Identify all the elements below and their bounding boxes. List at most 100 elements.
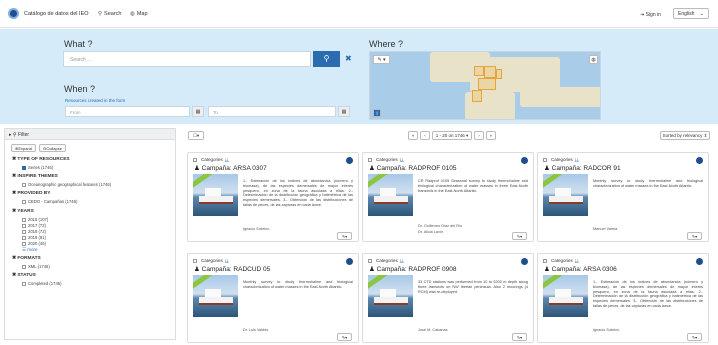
map-extent[interactable]	[474, 66, 484, 76]
result-card[interactable]: Categories ⤓⤓ ♟ Campaña: ARSA 0307 1.- Es…	[187, 152, 359, 242]
filter-item-label: 2019 (81)	[28, 235, 46, 240]
sign-in-link[interactable]: ⇥ Sign in	[640, 12, 661, 18]
map-extent[interactable]	[472, 90, 482, 102]
select-all-dropdown[interactable]: ☐▾	[188, 131, 204, 140]
checkbox[interactable]	[22, 223, 26, 228]
filter-header[interactable]: ▸ ⚲ Filter	[5, 129, 175, 140]
filter-item[interactable]: XML (1746)	[22, 264, 50, 269]
nav-search[interactable]: ⚲ Search	[98, 11, 121, 17]
checkbox[interactable]	[22, 264, 26, 269]
result-card[interactable]: Categories ⤓⤓ ♟ Campaña: ARSA 0306 1.- Es…	[537, 253, 709, 343]
checkbox[interactable]	[22, 199, 26, 204]
card-checkbox[interactable]	[193, 259, 197, 263]
checkbox[interactable]	[22, 241, 26, 246]
sort-dropdown[interactable]: Sorted by relevancy ⇕	[660, 131, 710, 140]
result-card[interactable]: Categories ⤓⤓ ♟ Campaña: RADPROF 0105 CR …	[362, 152, 534, 242]
filter-section-formats[interactable]: ✖ FORMATS	[12, 256, 41, 261]
download-icon[interactable]: ⤓⤓	[225, 157, 229, 162]
checkbox[interactable]	[22, 217, 26, 222]
to-date-input[interactable]: To	[208, 106, 336, 117]
map-view[interactable]: ✎ ▾ ◍ i	[369, 51, 601, 120]
draw-tool[interactable]: ✎ ▾	[373, 55, 390, 64]
card-title[interactable]: ♟ Campaña: RADCUD 05	[194, 265, 270, 273]
result-card[interactable]: Categories ⤓⤓ ♟ Campaña: RADPROF 0908 33 …	[362, 253, 534, 343]
checkbox[interactable]	[22, 182, 26, 187]
download-icon[interactable]: ⤓⤓	[225, 258, 229, 263]
ship-thumbnail[interactable]	[543, 174, 588, 216]
card-actions-menu[interactable]: ✎▾	[337, 333, 352, 341]
filter-section-inspire[interactable]: ✖ INSPIRE THEMES	[12, 174, 58, 179]
ship-thumbnail[interactable]	[193, 275, 238, 317]
filter-item[interactable]: 2016 (107)	[22, 217, 48, 222]
card-actions-menu[interactable]: ✎▾	[687, 232, 702, 240]
calendar-icon[interactable]: ▦	[192, 106, 204, 117]
next-page-button[interactable]: ›	[474, 131, 484, 140]
card-actions-menu[interactable]: ✎▾	[512, 333, 527, 341]
card-checkbox[interactable]	[543, 158, 547, 162]
clear-icon[interactable]: ✖	[345, 54, 352, 63]
first-page-button[interactable]: «	[408, 131, 418, 140]
more-link[interactable]: ☰ more	[22, 247, 38, 253]
globe-icon[interactable]: ◍	[589, 55, 598, 64]
ship-thumbnail[interactable]	[368, 275, 413, 317]
filter-item[interactable]: 2019 (81)	[22, 235, 46, 240]
language-select[interactable]: English ⌄	[673, 8, 709, 19]
collapse-button[interactable]: ⊖Collapse	[39, 144, 66, 152]
card-actions-menu[interactable]: ✎▾	[512, 232, 527, 240]
filter-item[interactable]: CEDO - Campañas (1746)	[22, 199, 77, 204]
ship-thumbnail[interactable]	[543, 275, 588, 317]
nav-map[interactable]: ◍ Map	[130, 11, 148, 17]
card-checkbox[interactable]	[193, 158, 197, 162]
calendar-icon[interactable]: ▦	[338, 106, 350, 117]
map-extent[interactable]	[478, 78, 496, 90]
search-icon: ⚲	[323, 54, 330, 63]
expand-button[interactable]: ⊕Expand	[11, 144, 36, 152]
card-categories: Categories ⤓⤓	[201, 157, 229, 162]
prev-page-button[interactable]: ‹	[420, 131, 430, 140]
filter-section-type[interactable]: ✖ TYPE OF RESOURCES	[12, 157, 70, 162]
checkbox[interactable]	[22, 165, 26, 170]
map-layers-icon[interactable]: i	[373, 109, 381, 117]
from-date-input[interactable]: From	[65, 106, 190, 117]
filter-item[interactable]: 2017 (72)	[22, 223, 46, 228]
last-page-button[interactable]: »	[486, 131, 496, 140]
download-icon[interactable]: ⤓⤓	[400, 157, 404, 162]
card-actions-menu[interactable]: ✎▾	[687, 333, 702, 341]
pager-select[interactable]: 1 - 20 on 1746 ▾	[432, 131, 472, 140]
filter-section-status[interactable]: ✖ STATUS	[12, 273, 36, 278]
filter-item[interactable]: Completed (1746)	[22, 281, 62, 286]
card-title[interactable]: ♟ Campaña: RADPROF 0908	[369, 265, 456, 273]
search-button[interactable]: ⚲	[313, 51, 340, 67]
filter-item[interactable]: 2020 (46)	[22, 241, 46, 246]
result-card[interactable]: Categories ⤓⤓ ♟ Campaña: RADCOR 91 Monthl…	[537, 152, 709, 242]
resources-created-link[interactable]: Resources created in the form	[65, 98, 125, 103]
ieo-logo[interactable]	[8, 8, 19, 19]
card-checkbox[interactable]	[543, 259, 547, 263]
checkbox[interactable]	[22, 229, 26, 234]
download-icon[interactable]: ⤓⤓	[400, 258, 404, 263]
card-title[interactable]: ♟ Campaña: ARSA 0306	[544, 265, 617, 273]
filter-item[interactable]: Series (1746)	[22, 165, 53, 170]
app-title[interactable]: Catálogo de datos del IEO	[24, 11, 89, 17]
filter-section-provided[interactable]: ✖ PROVIDED BY	[12, 191, 50, 196]
checkbox[interactable]	[22, 281, 26, 286]
download-icon[interactable]: ⤓⤓	[575, 157, 579, 162]
card-title[interactable]: ♟ Campaña: RADCOR 91	[544, 164, 621, 172]
result-card[interactable]: Categories ⤓⤓ ♟ Campaña: RADCUD 05 Monthl…	[187, 253, 359, 343]
ieo-badge-icon	[696, 157, 703, 164]
card-title[interactable]: ♟ Campaña: RADPROF 0105	[369, 164, 456, 172]
card-checkbox[interactable]	[368, 259, 372, 263]
map-extent[interactable]	[496, 69, 502, 79]
card-title[interactable]: ♟ Campaña: ARSA 0307	[194, 164, 267, 172]
card-actions-menu[interactable]: ✎▾	[337, 232, 352, 240]
download-icon[interactable]: ⤓⤓	[575, 258, 579, 263]
map-extent[interactable]	[484, 66, 496, 78]
filter-item[interactable]: Oceanographic geographical features (174…	[22, 182, 111, 187]
filter-item[interactable]: 2018 (72)	[22, 229, 46, 234]
checkbox[interactable]	[22, 235, 26, 240]
filter-section-years[interactable]: ✖ YEARS	[12, 209, 34, 214]
ship-thumbnail[interactable]	[368, 174, 413, 216]
ship-thumbnail[interactable]	[193, 174, 238, 216]
search-input[interactable]: Search ...	[63, 51, 311, 67]
card-checkbox[interactable]	[368, 158, 372, 162]
